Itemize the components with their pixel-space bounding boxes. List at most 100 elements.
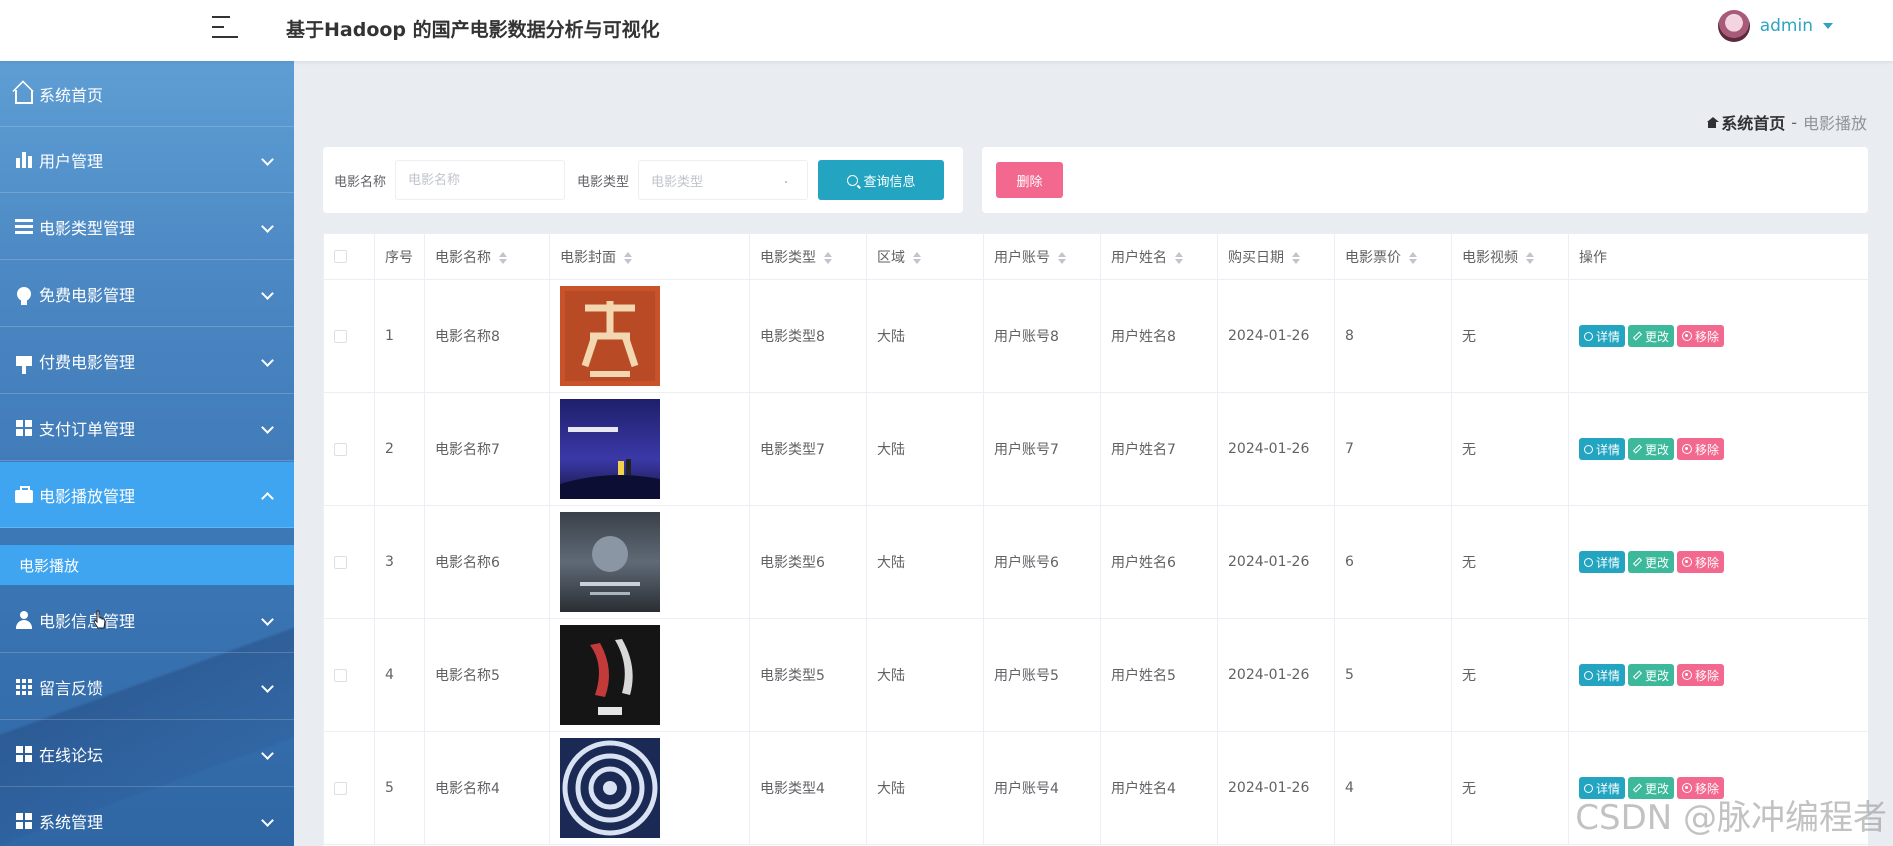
- sidebar-subitem-playback[interactable]: 电影播放: [0, 545, 294, 585]
- sidebar-item-orders[interactable]: 支付订单管理: [0, 395, 294, 461]
- sidebar-item-label: 免费电影管理: [39, 285, 136, 305]
- row-select-cell[interactable]: [323, 279, 375, 393]
- column-header[interactable]: 电影票价: [1334, 233, 1452, 280]
- cell-date: 2024-01-26: [1217, 505, 1335, 619]
- detail-button[interactable]: 详情: [1579, 664, 1626, 686]
- sidebar-item-free-movies[interactable]: 免费电影管理: [0, 261, 294, 327]
- row-select-cell[interactable]: [323, 505, 375, 619]
- edit-button[interactable]: 更改: [1628, 438, 1675, 460]
- cell-name: 电影名称6: [424, 505, 550, 619]
- caret-down-icon[interactable]: [1823, 23, 1833, 29]
- watermark: CSDN @脉冲编程者: [1575, 798, 1887, 838]
- select-all-checkbox[interactable]: [334, 250, 347, 263]
- chevron-down-icon: [261, 613, 274, 626]
- chevron-down-icon: [261, 814, 274, 827]
- cell-price: 4: [1334, 731, 1452, 845]
- sidebar-item-movie-types[interactable]: 电影类型管理: [0, 194, 294, 260]
- sort-icon[interactable]: [1526, 251, 1534, 264]
- delete-button[interactable]: 删除: [996, 162, 1063, 198]
- sidebar-item-feedback[interactable]: 留言反馈: [0, 654, 294, 720]
- menu-toggle-icon[interactable]: [212, 14, 240, 40]
- detail-button[interactable]: 详情: [1579, 438, 1626, 460]
- row-select-cell[interactable]: [323, 392, 375, 506]
- sidebar-item-forum[interactable]: 在线论坛: [0, 721, 294, 787]
- sidebar-item-label: 电影类型管理: [39, 218, 136, 238]
- movie-name-input[interactable]: [395, 160, 566, 200]
- cell-region: 大陆: [866, 505, 984, 619]
- sort-icon[interactable]: [1058, 251, 1066, 264]
- search-icon: [1584, 331, 1593, 341]
- remove-circle-icon: [1682, 331, 1693, 341]
- row-checkbox[interactable]: [334, 329, 347, 343]
- cell-video: 无: [1451, 279, 1569, 393]
- column-header: 序号: [374, 233, 425, 280]
- sidebar-item-movie-info[interactable]: 电影信息管理: [0, 587, 294, 653]
- cell-username: 用户姓名6: [1100, 505, 1218, 619]
- cell-cover: [549, 279, 750, 393]
- row-checkbox[interactable]: [334, 668, 347, 682]
- column-header[interactable]: 购买日期: [1217, 233, 1335, 280]
- table-row: 1 电影名称8 电影类型8 大陆 用户账号8 用户姓名8 2024-01-26 …: [323, 279, 1868, 393]
- cell-price: 8: [1334, 279, 1452, 393]
- row-checkbox[interactable]: [334, 555, 347, 569]
- select-all-cell[interactable]: [323, 233, 375, 280]
- detail-button[interactable]: 详情: [1579, 551, 1626, 573]
- avatar[interactable]: [1717, 10, 1750, 42]
- remove-button[interactable]: 移除: [1677, 551, 1725, 573]
- user-menu[interactable]: admin: [1717, 10, 1833, 42]
- cell-name: 电影名称5: [424, 618, 550, 732]
- sidebar-item-playback[interactable]: 电影播放管理: [0, 462, 294, 528]
- sort-icon[interactable]: [913, 251, 921, 264]
- cell-date: 2024-01-26: [1217, 392, 1335, 506]
- column-header[interactable]: 用户姓名: [1100, 233, 1218, 280]
- query-button[interactable]: 查询信息: [818, 160, 945, 200]
- column-header[interactable]: 电影视频: [1451, 233, 1569, 280]
- sort-icon[interactable]: [1175, 251, 1183, 264]
- column-header[interactable]: 区域: [866, 233, 984, 280]
- cell-video: 无: [1451, 618, 1569, 732]
- remove-button[interactable]: 移除: [1677, 664, 1725, 686]
- column-header[interactable]: 电影名称: [424, 233, 550, 280]
- sidebar-item-users[interactable]: 用户管理: [0, 127, 294, 193]
- detail-button[interactable]: 详情: [1579, 325, 1626, 347]
- breadcrumb-home[interactable]: 系统首页: [1706, 110, 1785, 134]
- row-select-cell[interactable]: [323, 731, 375, 845]
- bulb-icon: [14, 284, 34, 305]
- movie-poster-image: [560, 286, 660, 386]
- edit-button[interactable]: 更改: [1628, 664, 1675, 686]
- movie-poster-image: [560, 399, 660, 499]
- chevron-down-icon: [261, 220, 274, 233]
- sidebar-item-system[interactable]: 系统管理: [0, 788, 294, 846]
- movie-name-label: 电影名称: [334, 174, 387, 190]
- edit-button[interactable]: 更改: [1628, 551, 1675, 573]
- row-select-cell[interactable]: [323, 618, 375, 732]
- sort-icon[interactable]: [624, 251, 632, 264]
- home-icon: [14, 84, 34, 104]
- movie-type-select[interactable]: 电影类型: [638, 160, 809, 200]
- column-header[interactable]: 用户账号: [983, 233, 1101, 280]
- table-row: 4 电影名称5 电影类型5 大陆 用户账号5 用户姓名5 2024-01-26 …: [323, 618, 1868, 732]
- table-header-row: 序号 电影名称 电影封面 电影类型 区域 用户账号 用户姓名 购买日期 电影票价…: [323, 233, 1868, 280]
- column-header[interactable]: 电影类型: [749, 233, 867, 280]
- bar-chart-icon: [14, 150, 34, 170]
- sort-icon[interactable]: [1292, 251, 1300, 264]
- sort-icon[interactable]: [499, 251, 507, 264]
- user-name[interactable]: admin: [1760, 16, 1813, 36]
- breadcrumb: 系统首页 - 电影播放: [1706, 110, 1867, 134]
- cell-username: 用户姓名5: [1100, 618, 1218, 732]
- remove-button[interactable]: 移除: [1677, 325, 1725, 347]
- search-icon: [1584, 557, 1593, 567]
- remove-circle-icon: [1682, 444, 1693, 454]
- chevron-up-icon: [261, 492, 274, 505]
- row-checkbox[interactable]: [334, 781, 347, 795]
- breadcrumb-home-label[interactable]: 系统首页: [1721, 110, 1785, 134]
- sort-icon[interactable]: [824, 251, 832, 264]
- column-header[interactable]: 电影封面: [549, 233, 750, 280]
- cell-type: 电影类型8: [749, 279, 867, 393]
- sort-icon[interactable]: [1409, 251, 1417, 264]
- remove-button[interactable]: 移除: [1677, 438, 1725, 460]
- edit-button[interactable]: 更改: [1628, 325, 1675, 347]
- sidebar-item-home[interactable]: 系统首页: [0, 61, 294, 127]
- row-checkbox[interactable]: [334, 442, 347, 456]
- sidebar-item-paid-movies[interactable]: 付费电影管理: [0, 328, 294, 394]
